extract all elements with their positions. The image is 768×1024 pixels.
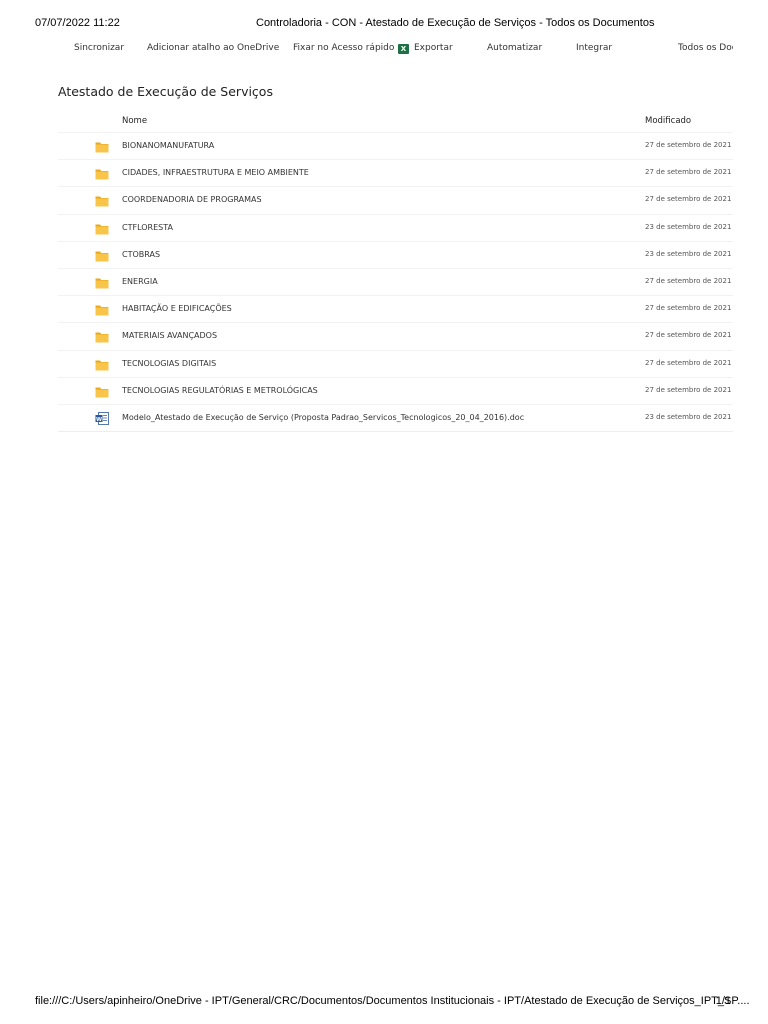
list-rows: BIONANOMANUFATURA 27 de setembro de 2021 C… (58, 132, 733, 433)
list-item[interactable]: CTFLORESTA 23 de setembro de 2021 (58, 213, 733, 241)
item-name[interactable]: CTFLORESTA (122, 223, 173, 232)
folder-icon (95, 276, 109, 289)
item-name[interactable]: COORDENADORIA DE PROGRAMAS (122, 195, 262, 204)
export-button[interactable]: X Exportar (398, 43, 453, 54)
export-label: Exportar (414, 43, 453, 53)
excel-icon: X (398, 44, 409, 54)
item-modified-date: 27 de setembro de 2021 (645, 304, 732, 313)
item-modified-date: 23 de setembro de 2021 (645, 412, 732, 421)
folder-icon (95, 330, 109, 343)
item-name[interactable]: TECNOLOGIAS DIGITAIS (122, 359, 216, 368)
library-title: Atestado de Execução de Serviços (58, 84, 273, 99)
folder-icon (95, 385, 109, 398)
document-list: Nome Modificado BIONANOMANUFATURA 27 de s… (58, 112, 733, 433)
command-bar: Sincronizar Adicionar atalho ao OneDrive… (58, 41, 733, 57)
list-item[interactable]: CTOBRAS 23 de setembro de 2021 (58, 240, 733, 268)
item-modified-date: 27 de setembro de 2021 (645, 276, 732, 285)
item-name[interactable]: ENERGIA (122, 277, 158, 286)
print-footer: file:///C:/Users/apinheiro/OneDrive - IP… (35, 995, 750, 1009)
svg-text:W: W (96, 417, 102, 423)
list-item[interactable]: COORDENADORIA DE PROGRAMAS 27 de setembro… (58, 186, 733, 213)
folder-icon (95, 303, 109, 316)
list-item[interactable]: CIDADES, INFRAESTRUTURA E MEIO AMBIENTE 2… (58, 159, 733, 186)
print-datetime: 07/07/2022 11:22 (35, 17, 120, 29)
folder-icon (95, 358, 109, 370)
item-modified-date: 27 de setembro de 2021 (645, 358, 732, 367)
word-doc-icon: W (95, 411, 109, 425)
item-modified-date: 27 de setembro de 2021 (645, 195, 732, 204)
folder-icon (95, 222, 109, 235)
item-name[interactable]: MATERIAIS AVANÇADOS (122, 331, 217, 340)
print-file-path: file:///C:/Users/apinheiro/OneDrive - IP… (35, 995, 750, 1007)
folder-icon (95, 249, 109, 262)
folder-icon (95, 167, 109, 180)
folder-icon (95, 140, 109, 153)
item-modified-date: 23 de setembro de 2021 (645, 222, 732, 231)
list-item[interactable]: TECNOLOGIAS DIGITAIS 27 de setembro de 20… (58, 349, 733, 377)
pin-quick-access-button[interactable]: Fixar no Acesso rápido (293, 43, 394, 53)
folder-icon (95, 194, 109, 207)
item-name[interactable]: TECNOLOGIAS REGULATÓRIAS E METROLÓGICAS (122, 386, 318, 395)
print-header: 07/07/2022 11:22 Controladoria - CON - A… (35, 17, 733, 31)
column-header-modified[interactable]: Modificado (645, 116, 691, 126)
item-name[interactable]: Modelo_Atestado de Execução de Serviço (… (122, 413, 524, 422)
item-modified-date: 27 de setembro de 2021 (645, 331, 732, 340)
automate-button[interactable]: Automatizar (487, 43, 542, 53)
item-name[interactable]: BIONANOMANUFATURA (122, 141, 214, 150)
item-name[interactable]: CTOBRAS (122, 250, 160, 259)
list-item[interactable]: MATERIAIS AVANÇADOS 27 de setembro de 202… (58, 322, 733, 349)
item-modified-date: 27 de setembro de 2021 (645, 385, 732, 394)
item-name[interactable]: HABITAÇÃO E EDIFICAÇÕES (122, 304, 232, 313)
item-modified-date: 23 de setembro de 2021 (645, 249, 732, 258)
print-page-number: 1/1 (715, 995, 731, 1007)
list-item[interactable]: W Modelo_Atestado de Execução de Serviço … (58, 403, 733, 433)
column-header-name[interactable]: Nome (122, 116, 147, 126)
list-header: Nome Modificado (58, 112, 733, 132)
item-modified-date: 27 de setembro de 2021 (645, 141, 732, 149)
list-item[interactable]: BIONANOMANUFATURA 27 de setembro de 2021 (58, 132, 733, 159)
view-selector[interactable]: Todos os Doc (678, 43, 733, 53)
item-modified-date: 27 de setembro de 2021 (645, 168, 732, 177)
item-name[interactable]: CIDADES, INFRAESTRUTURA E MEIO AMBIENTE (122, 168, 309, 177)
integrate-button[interactable]: Integrar (576, 43, 612, 53)
list-item[interactable]: ENERGIA 27 de setembro de 2021 (58, 267, 733, 295)
add-shortcut-onedrive-button[interactable]: Adicionar atalho ao OneDrive (147, 43, 279, 53)
list-item[interactable]: HABITAÇÃO E EDIFICAÇÕES 27 de setembro de… (58, 295, 733, 322)
print-page-title: Controladoria - CON - Atestado de Execuç… (256, 17, 655, 29)
list-item[interactable]: TECNOLOGIAS REGULATÓRIAS E METROLÓGICAS 2… (58, 376, 733, 404)
sync-button[interactable]: Sincronizar (74, 43, 124, 53)
